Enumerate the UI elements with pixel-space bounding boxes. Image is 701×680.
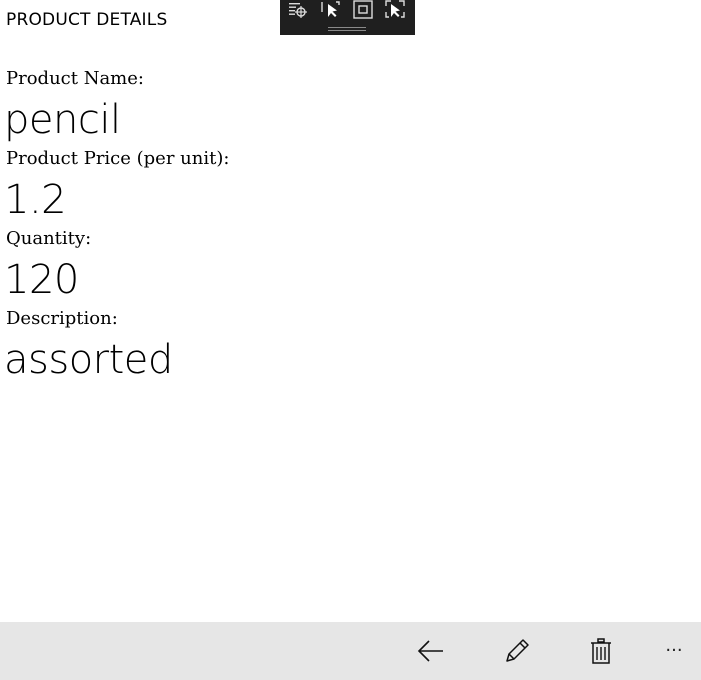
- edit-pencil-icon: [503, 637, 531, 665]
- live-visual-tree-icon[interactable]: [287, 0, 309, 20]
- dev-toolbar: [280, 0, 415, 35]
- product-name-value: pencil: [4, 97, 121, 143]
- product-price-value: 1.2: [4, 177, 67, 223]
- display-layout-adorners-icon[interactable]: [352, 0, 374, 20]
- description-value: assorted: [4, 337, 173, 383]
- edit-button[interactable]: [500, 634, 534, 668]
- toolbar-drag-handle[interactable]: [328, 27, 366, 31]
- quantity-value: 120: [4, 257, 79, 303]
- description-label: Description:: [6, 308, 118, 329]
- track-focus-icon[interactable]: [384, 0, 406, 20]
- delete-button[interactable]: [584, 634, 618, 668]
- product-name-label: Product Name:: [6, 68, 144, 89]
- delete-trash-icon: [589, 637, 613, 665]
- quantity-label: Quantity:: [6, 228, 92, 249]
- command-bar: ···: [0, 622, 701, 680]
- product-price-label: Product Price (per unit):: [6, 148, 230, 169]
- back-button[interactable]: [414, 634, 448, 668]
- back-arrow-icon: [416, 639, 446, 663]
- more-options-button[interactable]: ···: [659, 636, 689, 666]
- select-element-icon[interactable]: [319, 0, 341, 20]
- page-title: PRODUCT DETAILS: [6, 10, 168, 30]
